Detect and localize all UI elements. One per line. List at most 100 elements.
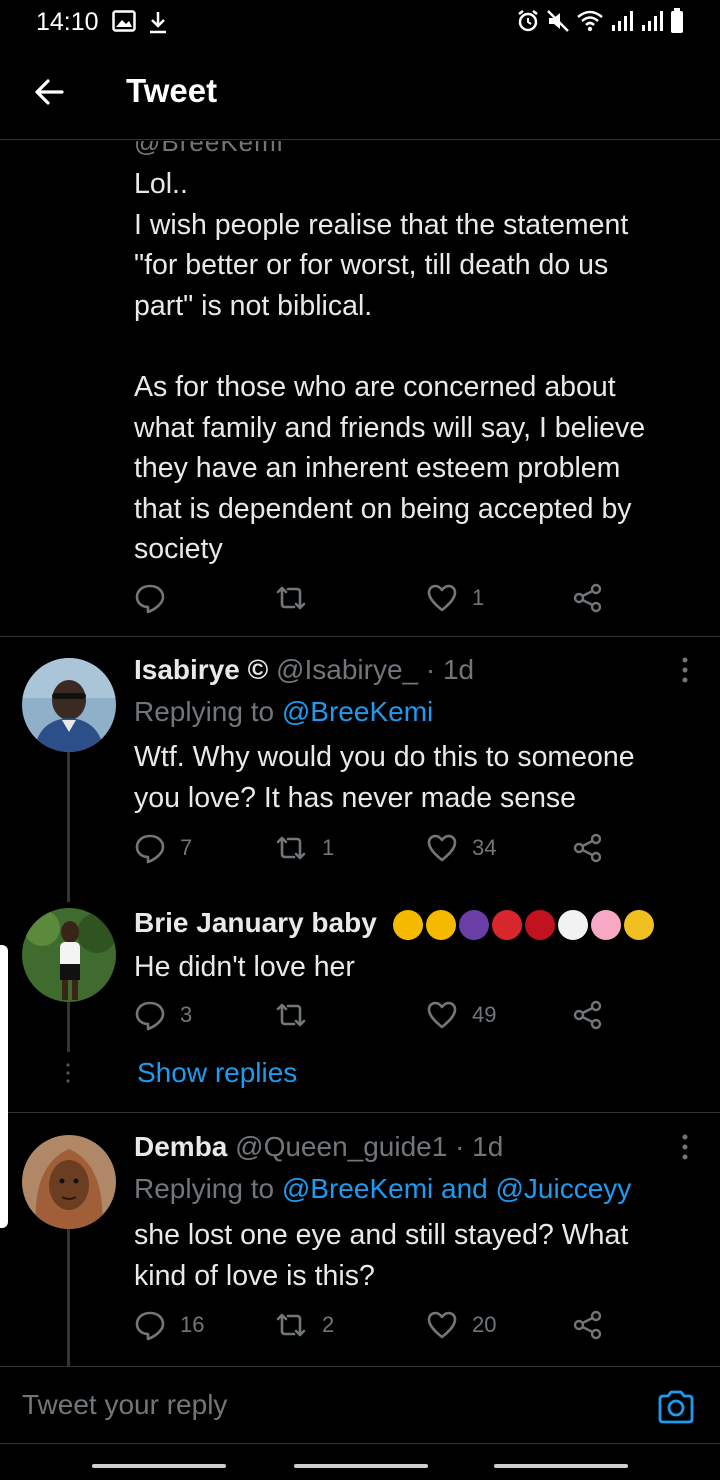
download-icon bbox=[148, 10, 168, 39]
share-button[interactable] bbox=[572, 1309, 604, 1341]
heart-icon bbox=[426, 582, 458, 614]
share-button[interactable] bbox=[572, 582, 604, 614]
mention-link[interactable]: @BreeKemi bbox=[282, 696, 433, 727]
tweet-line: part" is not biblical. bbox=[134, 289, 373, 322]
tweet-line: I wish people realise that the statement bbox=[134, 208, 629, 241]
reply-input[interactable]: Tweet your reply bbox=[22, 1389, 227, 1421]
cherry-blossom-icon bbox=[590, 909, 621, 940]
tweet-line: kind of love is this? bbox=[134, 1259, 375, 1292]
tweet-line: "for better or for worst, till death do … bbox=[134, 249, 609, 282]
reply-author-line: Brie January baby bbox=[134, 907, 654, 940]
flower-icon bbox=[557, 909, 588, 940]
retweet-icon bbox=[274, 832, 308, 864]
like-button[interactable]: 1 bbox=[426, 582, 484, 614]
reply-author-line: Demba @Queen_guide1 · 1d bbox=[134, 1131, 503, 1163]
signal-icon bbox=[640, 9, 664, 38]
reply-icon bbox=[134, 832, 166, 864]
avatar[interactable] bbox=[22, 1135, 116, 1229]
camera-icon[interactable] bbox=[656, 1387, 696, 1427]
status-time: 14:10 bbox=[36, 8, 99, 36]
page-title: Tweet bbox=[126, 72, 218, 109]
reply-author-line: Isabirye © @Isabirye_ · 1d bbox=[134, 654, 474, 686]
main-tweet-actions: 1 bbox=[134, 582, 624, 622]
author-name[interactable]: Demba bbox=[134, 1131, 227, 1162]
heart-icon bbox=[426, 1309, 458, 1341]
heart-icon bbox=[426, 999, 458, 1031]
reply-compose-bar: Tweet your reply bbox=[0, 1366, 720, 1444]
nav-pill[interactable] bbox=[494, 1464, 628, 1468]
retweet-icon bbox=[274, 1309, 308, 1341]
author-handle: @Queen_guide1 · 1d bbox=[235, 1131, 504, 1162]
battery-icon bbox=[670, 8, 684, 39]
kissing-face-icon bbox=[392, 909, 423, 940]
tweet-line: she lost one eye and still stayed? What bbox=[134, 1219, 629, 1251]
retweet-count: 1 bbox=[322, 835, 335, 860]
share-icon bbox=[572, 832, 604, 864]
retweet-icon bbox=[274, 582, 308, 614]
reply-count: 16 bbox=[180, 1312, 205, 1337]
retweet-button[interactable]: 1 bbox=[274, 832, 334, 864]
like-count: 49 bbox=[472, 1002, 497, 1027]
retweet-button[interactable] bbox=[274, 999, 322, 1031]
tweet-line: As for those who are concerned about bbox=[134, 370, 616, 403]
tweet-line: that is dependent on being accepted by bbox=[134, 492, 632, 525]
nav-pill[interactable] bbox=[92, 1464, 226, 1468]
reply-button[interactable]: 3 bbox=[134, 999, 192, 1031]
reply-text: Wtf. Why would you do this to someone yo… bbox=[134, 737, 704, 818]
tweet-line bbox=[134, 326, 704, 367]
tweet-line: you love? It has never made sense bbox=[134, 781, 577, 814]
edge-panel-handle[interactable] bbox=[0, 945, 8, 1228]
author-name[interactable]: Isabirye © bbox=[134, 654, 268, 685]
heart-eyes-face-icon bbox=[425, 909, 456, 940]
grapes-icon bbox=[458, 909, 489, 940]
reply-button[interactable]: 7 bbox=[134, 832, 192, 864]
share-button[interactable] bbox=[572, 832, 604, 864]
author-handle: @Isabirye_ · 1d bbox=[276, 654, 475, 685]
author-name[interactable]: Brie January baby bbox=[134, 907, 377, 938]
reply-icon bbox=[134, 582, 166, 614]
show-replies-link[interactable]: Show replies bbox=[137, 1057, 297, 1089]
reply-actions: 16 2 20 bbox=[134, 1309, 624, 1349]
strawberry-icon bbox=[491, 909, 522, 940]
main-tweet-text: Lol.. I wish people realise that the sta… bbox=[134, 164, 704, 570]
tweet-line: society bbox=[134, 533, 223, 566]
share-button[interactable] bbox=[572, 999, 604, 1031]
share-icon bbox=[572, 582, 604, 614]
mute-icon bbox=[546, 9, 570, 38]
retweet-button[interactable] bbox=[274, 582, 322, 614]
reply-button[interactable] bbox=[134, 582, 180, 614]
retweet-count: 2 bbox=[322, 1312, 335, 1337]
tweet-line: Wtf. Why would you do this to someone bbox=[134, 741, 635, 773]
tweet-line: what family and friends will say, I beli… bbox=[134, 411, 646, 444]
image-icon bbox=[112, 10, 136, 39]
replying-prefix: Replying to bbox=[134, 696, 282, 727]
thread-line bbox=[67, 752, 70, 902]
heart-icon bbox=[426, 832, 458, 864]
cut-off-handle: @BreeKemi bbox=[134, 141, 284, 155]
tweet-line: Lol.. bbox=[134, 168, 188, 200]
wifi-icon bbox=[576, 9, 604, 38]
signal-icon bbox=[610, 9, 634, 38]
reply-text: she lost one eye and still stayed? What … bbox=[134, 1215, 704, 1296]
like-count: 1 bbox=[472, 585, 485, 610]
status-bar: 14:10 bbox=[0, 0, 720, 44]
like-count: 20 bbox=[472, 1312, 497, 1337]
reply-button[interactable]: 16 bbox=[134, 1309, 204, 1341]
more-options-icon[interactable] bbox=[680, 1134, 690, 1160]
more-options-icon[interactable] bbox=[680, 657, 690, 683]
bouquet-icon bbox=[623, 909, 654, 940]
avatar[interactable] bbox=[22, 658, 116, 752]
like-button[interactable]: 20 bbox=[426, 1309, 496, 1341]
like-button[interactable]: 34 bbox=[426, 832, 496, 864]
reply-actions: 3 49 bbox=[134, 999, 624, 1039]
like-button[interactable]: 49 bbox=[426, 999, 496, 1031]
avatar[interactable] bbox=[22, 908, 116, 1002]
retweet-button[interactable]: 2 bbox=[274, 1309, 334, 1341]
back-arrow-icon[interactable] bbox=[30, 72, 70, 112]
app-header: Tweet bbox=[0, 44, 720, 140]
like-count: 34 bbox=[472, 835, 497, 860]
retweet-icon bbox=[274, 999, 308, 1031]
nav-pill[interactable] bbox=[294, 1464, 428, 1468]
thread-dots-icon bbox=[66, 1063, 70, 1083]
mention-link[interactable]: @BreeKemi and @Juicceyy bbox=[282, 1173, 631, 1204]
